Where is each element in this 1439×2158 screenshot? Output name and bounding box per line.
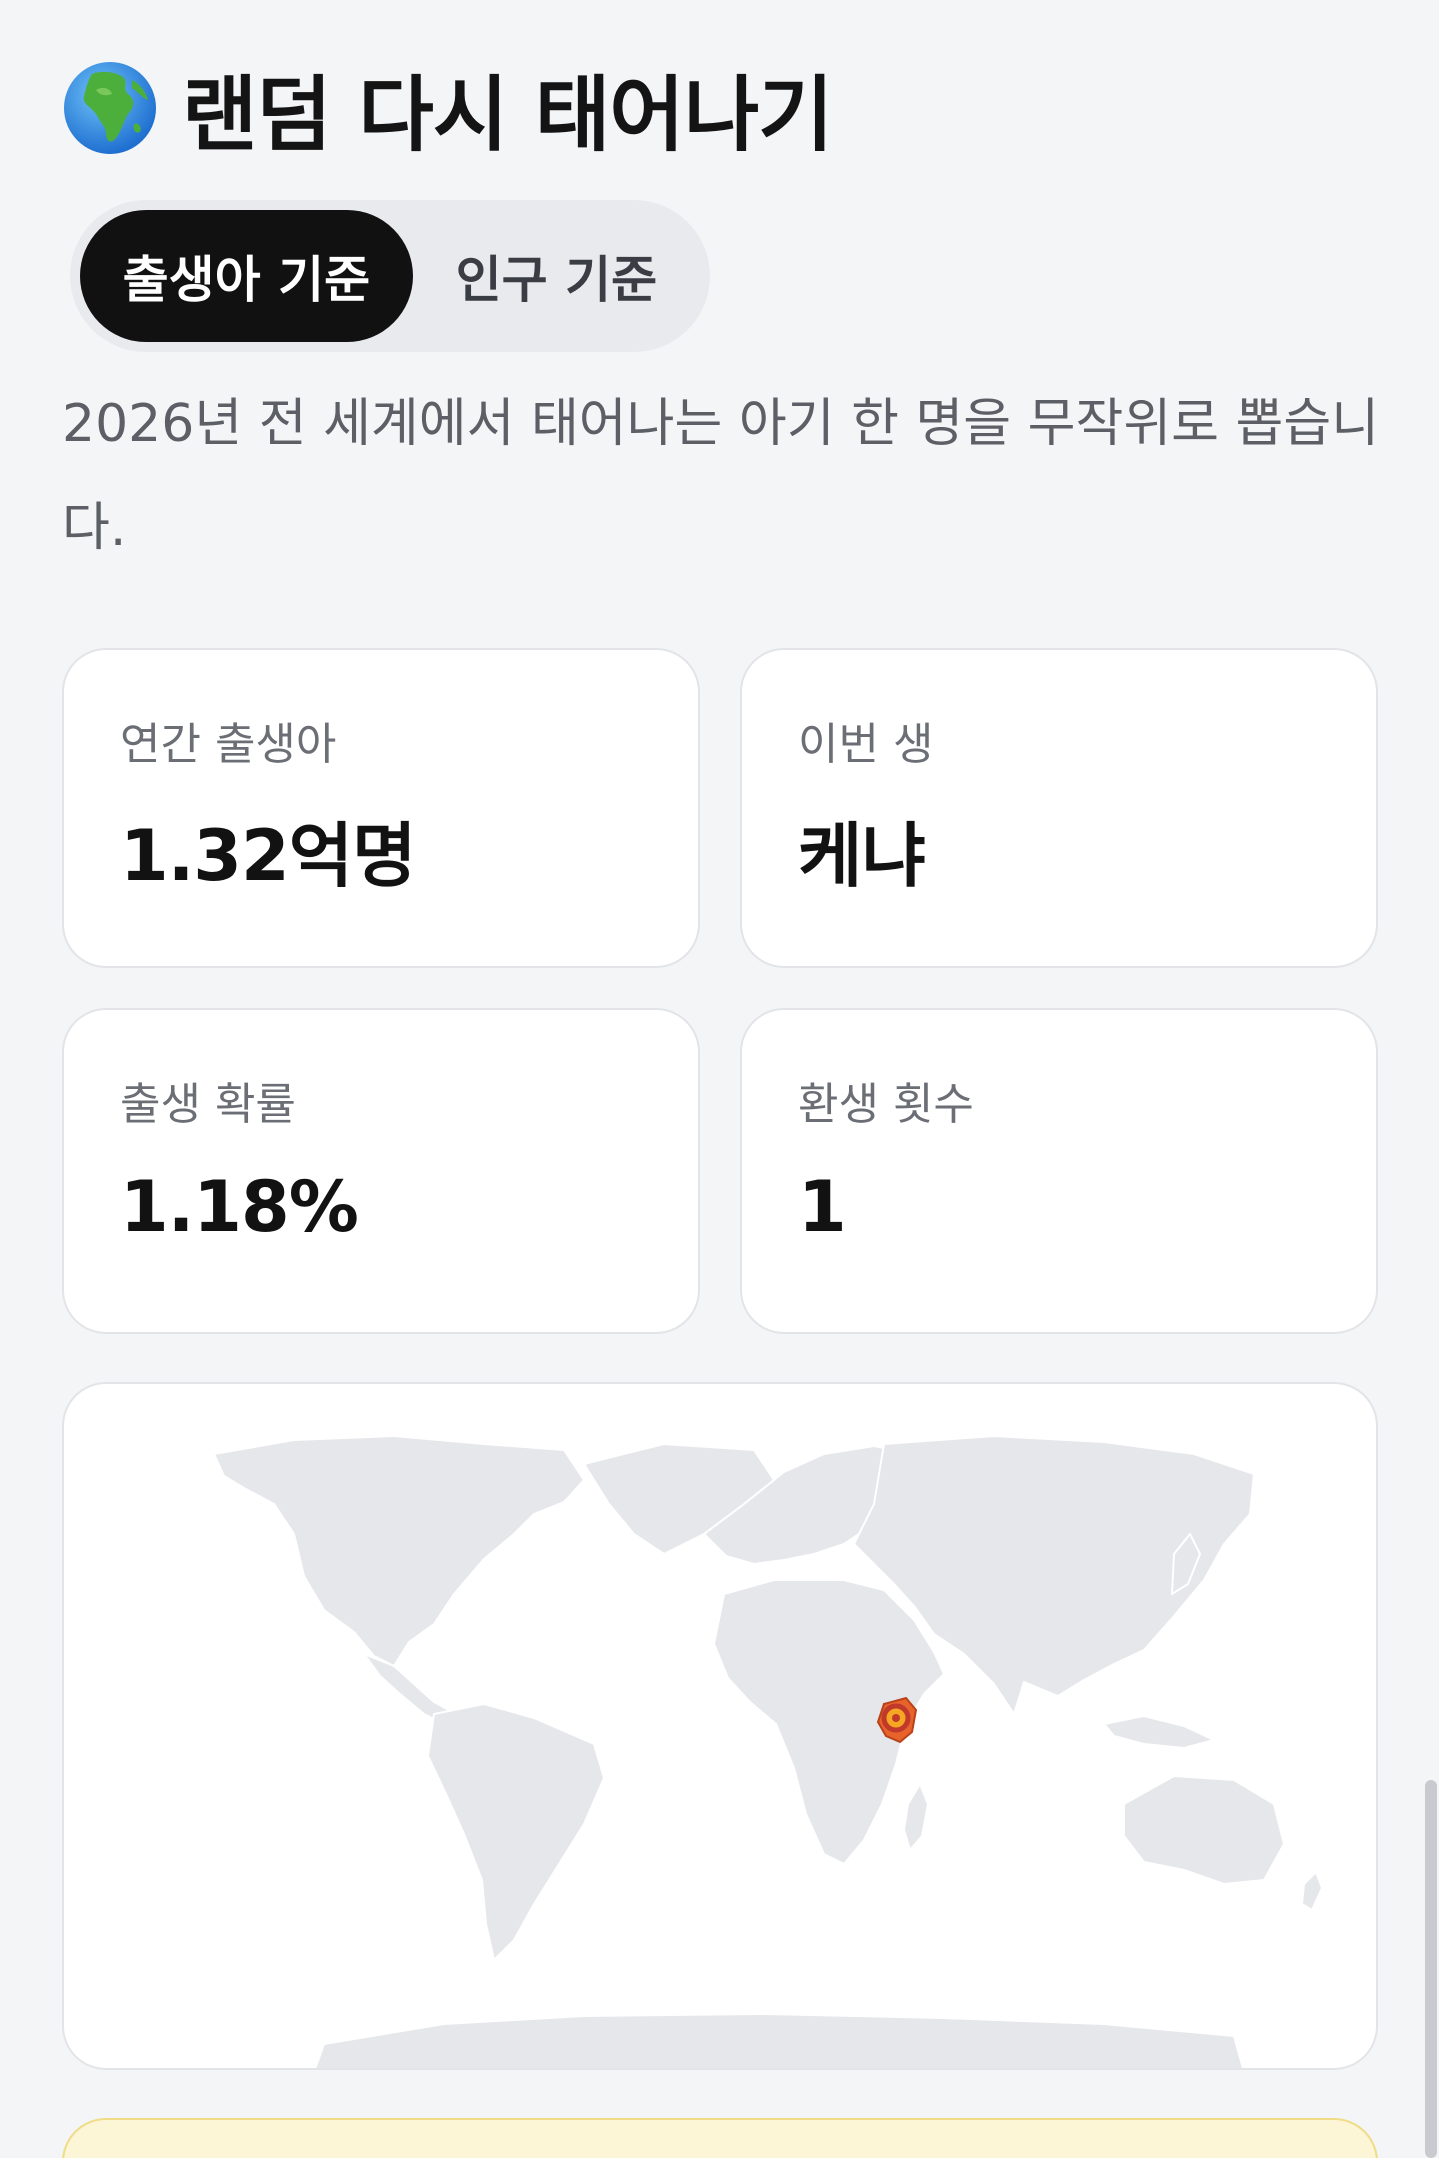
stat-label: 환생 횟수 xyxy=(798,1079,974,1130)
stat-value: 1 xyxy=(798,1166,847,1248)
globe-africa-icon xyxy=(64,61,156,154)
location-marker-dot xyxy=(892,1714,900,1722)
stat-card-annual-births: 연간 출생아 1.32억명 xyxy=(62,648,700,968)
header: 랜덤 다시 태어나기 xyxy=(62,48,834,167)
land-masses xyxy=(213,1435,1323,2068)
stat-card-rebirth-count: 환생 횟수 1 xyxy=(740,1008,1378,1334)
stat-card-birth-probability: 출생 확률 1.18% xyxy=(62,1008,700,1334)
mode-toggle: 출생아 기준 인구 기준 xyxy=(70,200,710,352)
stat-card-this-life: 이번 생 케냐 xyxy=(740,648,1378,968)
stat-label: 연간 출생아 xyxy=(120,719,337,770)
stat-value: 1.18% xyxy=(120,1166,359,1248)
world-map-card xyxy=(62,1382,1378,2070)
description-text: 2026년 전 세계에서 태어나는 아기 한 명을 무작위로 뽑습니다. xyxy=(62,394,1380,558)
page: 랜덤 다시 태어나기 출생아 기준 인구 기준 2026년 전 세계에서 태어나… xyxy=(0,0,1439,2158)
tab-births-basis[interactable]: 출생아 기준 xyxy=(80,210,413,342)
stat-value: 1.32억명 xyxy=(120,815,417,897)
stat-label: 출생 확률 xyxy=(120,1079,296,1130)
world-map xyxy=(213,1435,1323,2068)
notice-card xyxy=(62,2118,1378,2158)
stat-label: 이번 생 xyxy=(798,719,934,770)
tab-population-basis[interactable]: 인구 기준 xyxy=(413,210,700,342)
scrollbar-thumb[interactable] xyxy=(1425,1780,1437,2158)
page-title: 랜덤 다시 태어나기 xyxy=(182,68,834,163)
stat-value: 케냐 xyxy=(798,815,926,897)
